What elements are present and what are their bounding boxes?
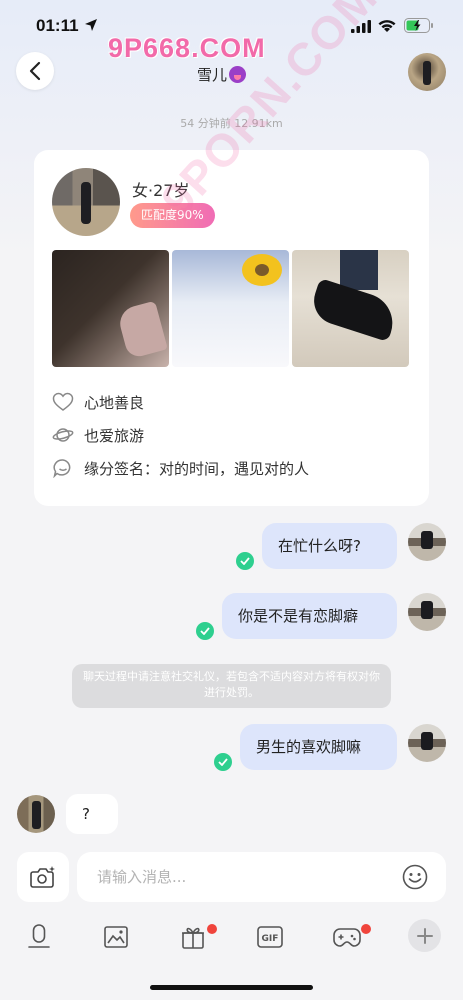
image-button[interactable] <box>101 922 131 952</box>
message-input[interactable] <box>77 852 446 902</box>
gif-button[interactable]: GIF <box>255 922 285 952</box>
gif-label: GIF <box>262 934 279 944</box>
emoji-button[interactable] <box>402 864 428 890</box>
message-bubble-sent[interactable]: 男生的喜欢脚嘛 <box>240 724 397 770</box>
camera-button[interactable] <box>17 852 69 902</box>
plus-icon <box>416 927 433 944</box>
attribute-text: 心地善良 <box>84 393 145 412</box>
more-button[interactable] <box>408 919 441 952</box>
read-check-icon <box>214 753 232 771</box>
contact-chat-avatar[interactable] <box>17 795 55 833</box>
my-avatar[interactable] <box>408 593 446 631</box>
profile-card[interactable]: 女·27岁 匹配度90% 心地善良 也爱旅游 缘分签名：对的时间，遇见对的人 <box>34 150 429 506</box>
gamepad-icon <box>333 928 361 947</box>
battery-charging-icon <box>404 18 433 33</box>
back-button[interactable] <box>16 52 54 90</box>
profile-avatar[interactable] <box>52 168 120 236</box>
home-indicator <box>150 985 313 990</box>
read-check-icon <box>196 622 214 640</box>
tongue-emoji-icon <box>229 66 247 83</box>
attribute-text: 也爱旅游 <box>84 426 145 445</box>
distance-time-meta: 54 分钟前 12.91km <box>180 117 283 130</box>
contact-name[interactable]: 雪儿 <box>197 64 247 85</box>
profile-photo-3[interactable] <box>292 250 409 367</box>
attribute-text: 缘分签名：对的时间，遇见对的人 <box>84 459 310 478</box>
match-badge: 匹配度90% <box>130 203 215 228</box>
attribute-row: 心地善良 <box>52 390 144 414</box>
etiquette-notice: 聊天过程中请注意社交礼仪，若包含不适内容对方将有权对你进行处罚。 <box>72 664 391 708</box>
attribute-row: 也爱旅游 <box>52 423 144 447</box>
contact-name-text: 雪儿 <box>197 66 228 84</box>
chevron-left-icon <box>29 61 41 81</box>
read-check-icon <box>236 552 254 570</box>
profile-photo-1[interactable] <box>52 250 169 367</box>
my-avatar[interactable] <box>408 724 446 762</box>
gift-badge <box>207 924 217 934</box>
my-avatar[interactable] <box>408 523 446 561</box>
message-bubble-sent[interactable]: 在忙什么呀? <box>262 523 397 569</box>
voice-button[interactable] <box>24 922 54 952</box>
gender-age: 女·27岁 <box>132 181 190 200</box>
attribute-row: 缘分签名：对的时间，遇见对的人 <box>52 456 309 480</box>
location-arrow-icon <box>85 19 97 31</box>
gift-button[interactable] <box>178 922 208 952</box>
site-watermark: 9P668.COM <box>108 33 266 63</box>
chat-bubble-icon <box>53 459 71 478</box>
gift-icon <box>182 927 204 949</box>
message-bubble-sent[interactable]: 你是不是有恋脚癖 <box>222 593 397 639</box>
status-time: 01:11 <box>36 16 79 35</box>
contact-avatar[interactable] <box>408 53 446 91</box>
cellular-signal-icon <box>351 20 371 33</box>
camera-sparkle-icon <box>30 866 55 888</box>
message-bubble-received[interactable]: ? <box>66 794 118 834</box>
gif-icon: GIF <box>257 926 283 948</box>
image-icon <box>104 926 128 948</box>
game-badge <box>361 924 371 934</box>
planet-icon <box>52 428 74 442</box>
microphone-icon <box>28 924 50 948</box>
heart-icon <box>52 392 74 411</box>
profile-photo-2[interactable] <box>172 250 289 367</box>
game-button[interactable] <box>332 922 362 952</box>
wifi-icon <box>378 20 396 32</box>
